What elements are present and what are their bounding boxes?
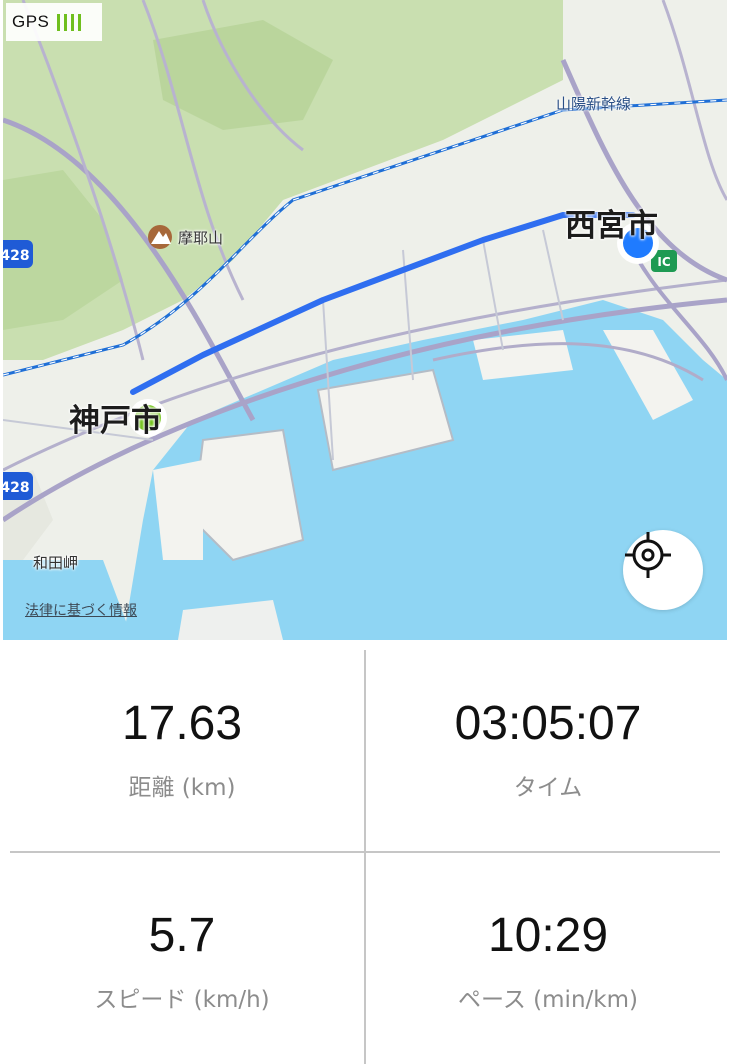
- route-428-label: 428: [3, 480, 30, 496]
- gps-label: GPS: [12, 12, 50, 31]
- distance-stat: 17.63 距離 (km): [0, 700, 364, 802]
- svg-text:IC: IC: [657, 255, 670, 269]
- rail-label-shinkansen: 山陽新幹線: [556, 95, 632, 113]
- pace-stat: 10:29 ペース (min/km): [366, 912, 730, 1014]
- route-428-label: 428: [3, 248, 30, 264]
- route-shield-icon: 428: [3, 472, 33, 500]
- speed-label: スピード (km/h): [94, 987, 270, 1013]
- time-stat: 03:05:07 タイム: [366, 700, 730, 802]
- route-shield-icon: 428: [3, 240, 33, 268]
- city-label-kobe: 神戸市: [69, 403, 162, 439]
- time-label: タイム: [513, 775, 583, 801]
- mountain-icon: [148, 225, 172, 249]
- pace-value: 10:29: [487, 909, 609, 962]
- horizontal-divider: [10, 851, 720, 853]
- speed-value: 5.7: [148, 909, 216, 962]
- crosshair-icon: [625, 532, 671, 578]
- workout-stats-panel: 17.63 距離 (km) 03:05:07 タイム 5.7 スピード (km/…: [0, 640, 730, 1064]
- pace-label: ペース (min/km): [458, 987, 638, 1013]
- place-label-wadamisaki: 和田岬: [33, 554, 79, 572]
- time-value: 03:05:07: [454, 697, 642, 750]
- gps-signal-icon: [57, 13, 82, 31]
- route-map[interactable]: 428 428 IC 神戸市 西宮市 摩耶山 和田岬 山陽新幹線 GPS 法律に…: [3, 0, 727, 640]
- distance-label: 距離 (km): [128, 775, 236, 801]
- distance-value: 17.63: [121, 697, 243, 750]
- gps-indicator: GPS: [6, 3, 102, 41]
- poi-label-mount-maya: 摩耶山: [178, 229, 224, 247]
- legal-info-link[interactable]: 法律に基づく情報: [25, 600, 137, 620]
- city-label-nishinomiya: 西宮市: [565, 208, 658, 244]
- locate-me-button[interactable]: [623, 530, 703, 610]
- speed-stat: 5.7 スピード (km/h): [0, 912, 364, 1014]
